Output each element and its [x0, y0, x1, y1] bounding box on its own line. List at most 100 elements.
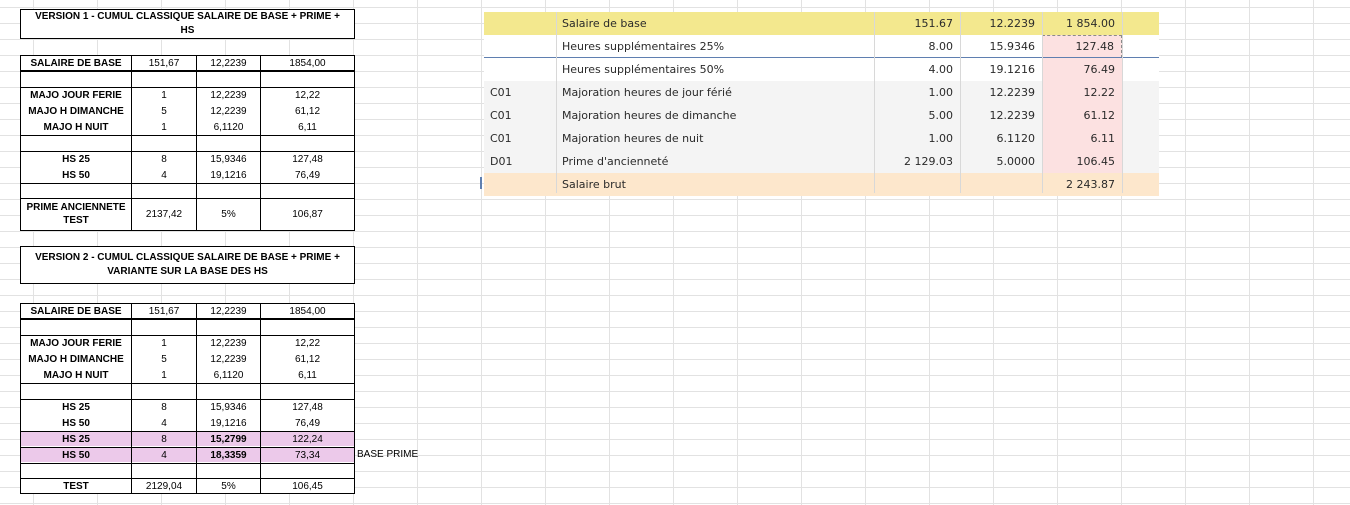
- row-rate: 15.9346: [989, 40, 1036, 53]
- row-qty: 4.00: [928, 63, 954, 76]
- v1-majo-rate: 12,2239: [197, 88, 260, 102]
- row-amount: 106.45: [1042, 150, 1122, 173]
- v2-majo-qty: 5: [132, 352, 196, 366]
- v2-majo-qty: 1: [132, 368, 196, 382]
- row-label: Heures supplémentaires 50%: [562, 63, 725, 76]
- base-prime-note: BASE PRIME: [357, 449, 419, 460]
- payslip-row[interactable]: C01 Majoration heures de dimanche 5.00 1…: [484, 104, 1159, 127]
- row-qty: 151.67: [914, 17, 954, 30]
- row-label: Heures supplémentaires 25%: [562, 40, 725, 53]
- row-amount: 1 854.00: [1066, 17, 1115, 30]
- row-amount-selected[interactable]: 127.48: [1042, 35, 1122, 58]
- payslip-row[interactable]: D01 Prime d'ancienneté 2 129.03 5.0000 1…: [484, 150, 1159, 173]
- total-label: Salaire brut: [562, 178, 626, 191]
- v2-base-label: SALAIRE DE BASE: [21, 304, 131, 318]
- v1-hs-amount: 127,48: [261, 152, 354, 166]
- v2-majo-rate: 6,1120: [197, 368, 260, 382]
- v2-hs-amount: 76,49: [261, 416, 354, 430]
- v1-majo-amount: 12,22: [261, 88, 354, 102]
- v1-hs-rate: 15,9346: [197, 152, 260, 166]
- v1-majo-label: MAJO JOUR FERIE: [21, 88, 131, 102]
- v1-majo-qty: 1: [132, 120, 196, 134]
- row-label: Majoration heures de nuit: [562, 132, 704, 145]
- v2-hs-label-variant: HS 25: [21, 432, 131, 446]
- row-label: Salaire de base: [562, 17, 647, 30]
- row-amount: 12.22: [1042, 81, 1122, 104]
- payslip-row[interactable]: C01 Majoration heures de jour férié 1.00…: [484, 81, 1159, 104]
- v2-hs-rate: 15,9346: [197, 400, 260, 414]
- v2-majo-amount: 12,22: [261, 336, 354, 350]
- v1-majo-amount: 61,12: [261, 104, 354, 118]
- v2-majo-amount: 6,11: [261, 368, 354, 382]
- v1-hs-label: HS 25: [21, 152, 131, 166]
- v2-majo-label: MAJO H DIMANCHE: [21, 352, 131, 366]
- row-rate: 19.1216: [989, 63, 1036, 76]
- v2-base-rate: 12,2239: [197, 304, 260, 318]
- payslip-row[interactable]: Heures supplémentaires 25% 8.00 15.9346 …: [484, 35, 1159, 58]
- row-label: Majoration heures de dimanche: [562, 109, 737, 122]
- v1-majo-amount: 6,11: [261, 120, 354, 134]
- v2-test-amount: 106,45: [261, 479, 354, 493]
- payslip-row[interactable]: Salaire de base 151.67 12.2239 1 854.00: [484, 12, 1159, 35]
- v1-majo-rate: 12,2239: [197, 104, 260, 118]
- row-qty: 2 129.03: [904, 155, 953, 168]
- row-amount: 76.49: [1042, 58, 1122, 81]
- v2-hs-label-variant: HS 50: [21, 448, 131, 462]
- row-code: C01: [490, 132, 512, 145]
- row-code: C01: [490, 86, 512, 99]
- v2-hs-qty: 4: [132, 416, 196, 430]
- v2-majo-rate: 12,2239: [197, 352, 260, 366]
- v1-prime-label: PRIME ANCIENNETE TEST: [21, 199, 131, 229]
- total-amount: 2 243.87: [1066, 178, 1115, 191]
- row-rate: 12.2239: [989, 17, 1036, 30]
- v2-test-base: 2129,04: [132, 479, 196, 493]
- row-rate: 12.2239: [989, 86, 1036, 99]
- row-qty: 1.00: [928, 132, 954, 145]
- row-amount: 61.12: [1042, 104, 1122, 127]
- v1-base-label: SALAIRE DE BASE: [21, 56, 131, 70]
- v2-hs-rate: 19,1216: [197, 416, 260, 430]
- v1-majo-label: MAJO H DIMANCHE: [21, 104, 131, 118]
- v2-hs-amount: 127,48: [261, 400, 354, 414]
- v1-base-qty: 151,67: [132, 56, 196, 70]
- v1-hs-qty: 4: [132, 168, 196, 182]
- v1-hs-rate: 19,1216: [197, 168, 260, 182]
- version2-title: VERSION 2 - CUMUL CLASSIQUE SALAIRE DE B…: [20, 246, 355, 284]
- v2-hs-rate-variant: 15,2799: [197, 432, 260, 446]
- row-rate: 6.1120: [996, 132, 1036, 145]
- version1-title: VERSION 1 - CUMUL CLASSIQUE SALAIRE DE B…: [20, 9, 355, 39]
- v2-hs-amount-variant: 73,34: [261, 448, 354, 462]
- v2-majo-label: MAJO JOUR FERIE: [21, 336, 131, 350]
- v2-hs-rate-variant: 18,3359: [197, 448, 260, 462]
- payslip-total-row[interactable]: Salaire brut 2 243.87: [484, 173, 1159, 196]
- v2-majo-qty: 1: [132, 336, 196, 350]
- v1-base-amount: 1854,00: [261, 56, 354, 70]
- v2-majo-rate: 12,2239: [197, 336, 260, 350]
- v2-hs-qty: 8: [132, 400, 196, 414]
- v2-majo-label: MAJO H NUIT: [21, 368, 131, 382]
- payslip-row[interactable]: Heures supplémentaires 50% 4.00 19.1216 …: [484, 58, 1159, 81]
- v1-hs-qty: 8: [132, 152, 196, 166]
- v1-hs-amount: 76,49: [261, 168, 354, 182]
- v2-majo-amount: 61,12: [261, 352, 354, 366]
- v2-hs-label: HS 25: [21, 400, 131, 414]
- v1-prime-amount: 106,87: [261, 199, 354, 229]
- row-label: Majoration heures de jour férié: [562, 86, 732, 99]
- v1-majo-label: MAJO H NUIT: [21, 120, 131, 134]
- v2-test-rate: 5%: [197, 479, 260, 493]
- v1-hs-label: HS 50: [21, 168, 131, 182]
- row-qty: 5.00: [928, 109, 954, 122]
- row-resize-handle[interactable]: [480, 177, 483, 189]
- v1-base-rate: 12,2239: [197, 56, 260, 70]
- v1-prime-rate: 5%: [197, 199, 260, 229]
- row-code: [484, 58, 556, 81]
- v2-test-label: TEST: [21, 479, 131, 493]
- v2-hs-qty-variant: 4: [132, 448, 196, 462]
- row-label: Prime d'ancienneté: [562, 155, 669, 168]
- v1-majo-qty: 1: [132, 88, 196, 102]
- row-code: [484, 35, 556, 58]
- row-rate: 5.0000: [996, 155, 1036, 168]
- row-qty: 1.00: [928, 86, 954, 99]
- row-amount: 6.11: [1042, 127, 1122, 150]
- payslip-row[interactable]: C01 Majoration heures de nuit 1.00 6.112…: [484, 127, 1159, 150]
